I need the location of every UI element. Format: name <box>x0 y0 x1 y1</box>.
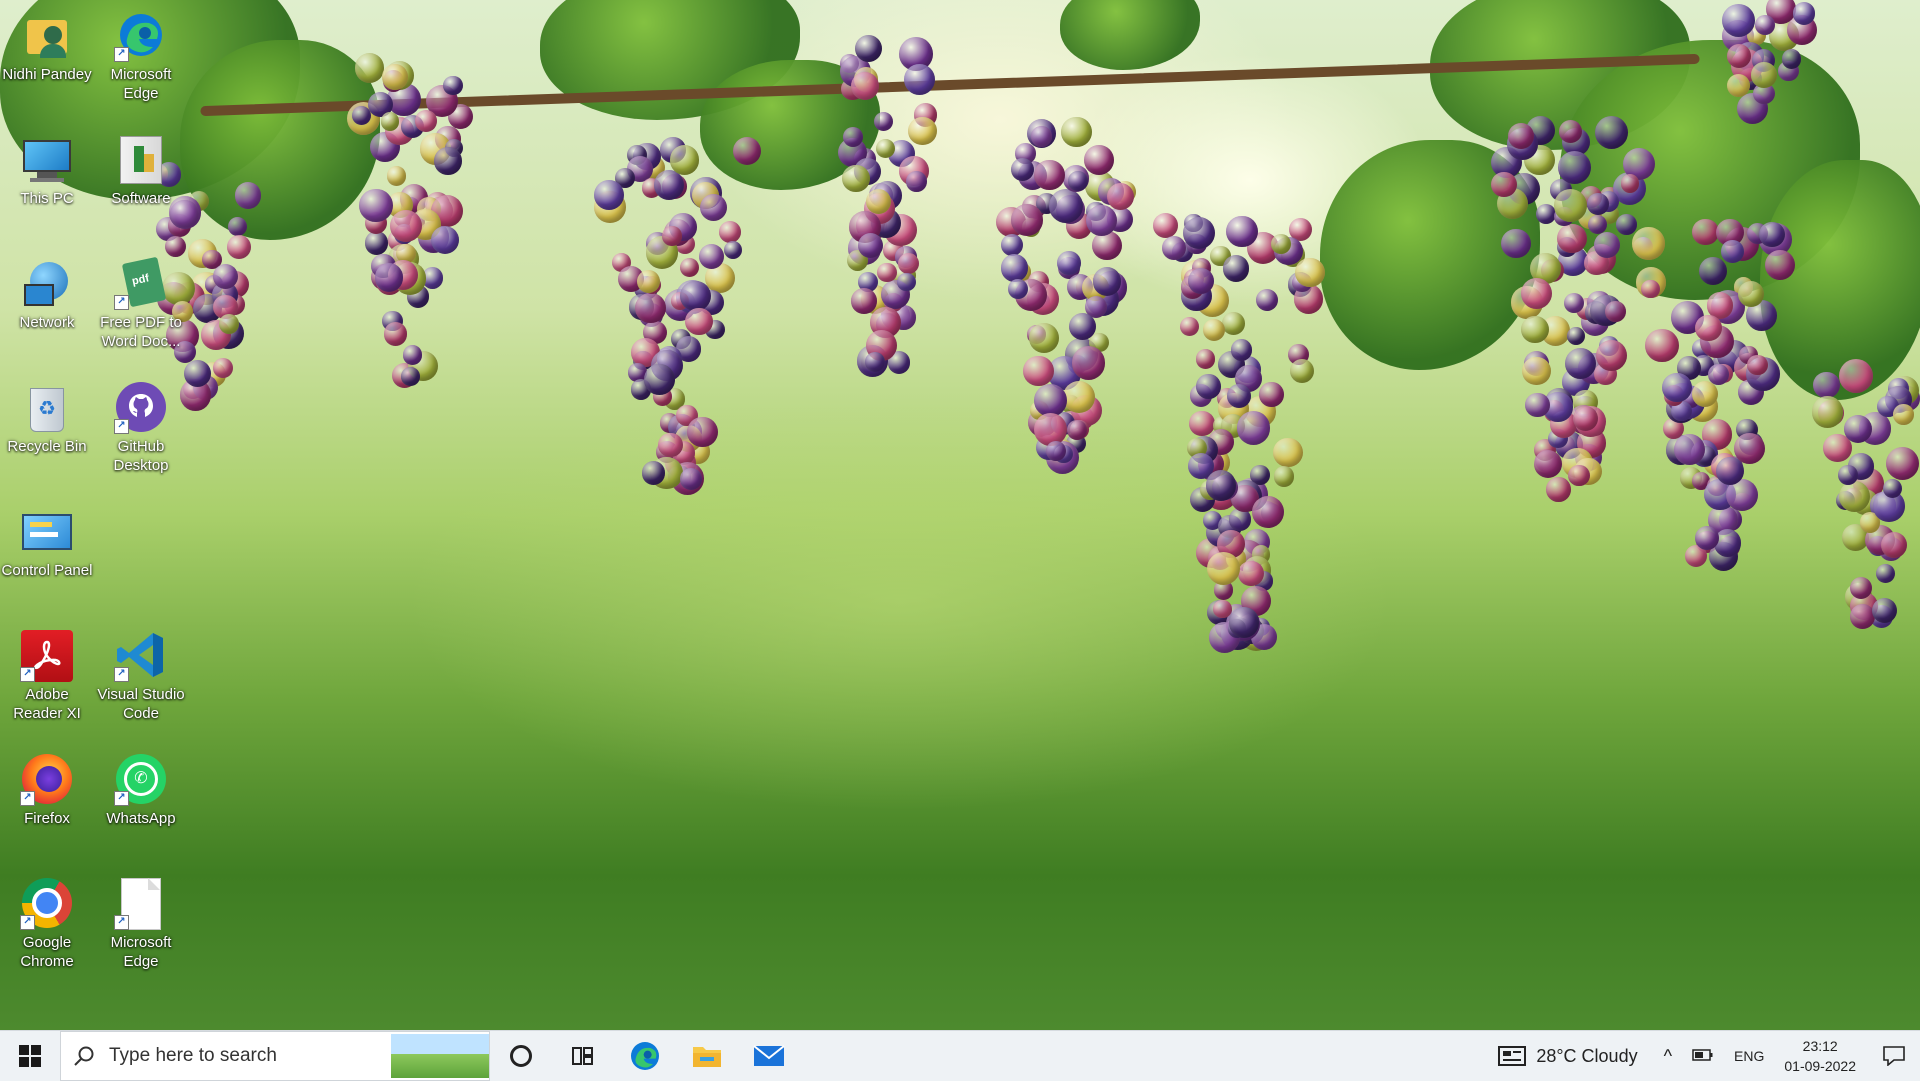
search-icon <box>74 1046 94 1066</box>
show-hidden-icons-button[interactable]: ^ <box>1664 1046 1672 1067</box>
task-view-icon <box>572 1047 593 1065</box>
taskbar-edge-button[interactable] <box>614 1031 676 1081</box>
control-panel-icon <box>20 504 74 558</box>
desktop-icon-control-panel[interactable]: Control Panel <box>0 496 94 606</box>
chevron-up-icon: ^ <box>1663 1045 1673 1066</box>
desktop-icon-label: Control Panel <box>1 562 93 579</box>
clock-time: 23:12 <box>1802 1038 1838 1054</box>
desktop-icon-whatsapp[interactable]: ✆ ↗ WhatsApp <box>94 744 188 854</box>
desktop-icon-adobe-reader[interactable]: ↗ Adobe Reader XI <box>0 620 94 730</box>
chrome-icon: ↗ <box>20 876 74 930</box>
firefox-icon: ↗ <box>20 752 74 806</box>
computer-icon <box>20 132 74 186</box>
desktop-icon-label: Microsoft Edge <box>110 66 172 102</box>
search-highlight-art <box>391 1034 489 1078</box>
desktop-icon-recycle-bin[interactable]: ♻ Recycle Bin <box>0 372 94 482</box>
desktop-icon-label: WhatsApp <box>106 810 176 827</box>
desktop-icon-label: Microsoft Edge <box>110 934 172 970</box>
taskbar: Type here to search 28°C Cloudy ^ ENG 23… <box>0 1030 1920 1081</box>
taskbar-mail-button[interactable] <box>738 1031 800 1081</box>
whatsapp-icon: ✆ ↗ <box>114 752 168 806</box>
desktop-icon-google-chrome[interactable]: ↗ Google Chrome <box>0 868 94 978</box>
cortana-icon <box>510 1045 532 1067</box>
weather-news-icon <box>1498 1046 1527 1066</box>
desktop-icon-label: Network <box>19 314 75 331</box>
desktop-icon-microsoft-edge-file[interactable]: ↗ Microsoft Edge <box>94 868 188 978</box>
taskbar-search-box[interactable]: Type here to search <box>60 1031 490 1081</box>
clock[interactable]: 23:12 01-09-2022 <box>1784 1036 1856 1076</box>
windows-logo-icon <box>19 1045 41 1067</box>
github-icon: ↗ <box>114 380 168 434</box>
edge-icon <box>631 1042 659 1070</box>
adobe-reader-icon: ↗ <box>20 628 74 682</box>
desktop-icon-vscode[interactable]: ↗ Visual Studio Code <box>94 620 188 730</box>
network-icon <box>20 256 74 310</box>
blank-file-icon: ↗ <box>114 876 168 930</box>
action-center-button[interactable] <box>1868 1031 1920 1081</box>
file-explorer-icon <box>693 1047 721 1067</box>
desktop-icon-label: Recycle Bin <box>7 438 87 455</box>
input-language[interactable]: ENG <box>1734 1048 1764 1064</box>
shortcut-arrow-icon: ↗ <box>114 47 129 62</box>
shortcut-arrow-icon: ↗ <box>114 295 129 310</box>
desktop-icon-label: GitHub Desktop <box>113 438 169 474</box>
desktop-icon-label: Adobe Reader XI <box>13 686 81 722</box>
desktop-icon-label: Software <box>111 190 171 207</box>
edge-icon: ↗ <box>114 8 168 62</box>
search-placeholder: Type here to search <box>109 1045 277 1066</box>
recycle-bin-icon: ♻ <box>20 380 74 434</box>
weather-text: 28°C Cloudy <box>1536 1045 1638 1066</box>
taskbar-file-explorer-button[interactable] <box>676 1031 738 1081</box>
system-tray: 28°C Cloudy ^ ENG 23:12 01-09-2022 <box>1498 1031 1920 1081</box>
battery-status[interactable] <box>1692 1048 1714 1065</box>
clock-date: 01-09-2022 <box>1784 1058 1856 1074</box>
shortcut-arrow-icon: ↗ <box>114 915 129 930</box>
start-button[interactable] <box>0 1031 60 1081</box>
desktop-wallpaper[interactable]: Nidhi Pandey ↗ Microsoft Edge This PC So… <box>0 0 1920 1030</box>
notification-icon <box>1883 1046 1905 1066</box>
cortana-button[interactable] <box>490 1031 552 1081</box>
desktop-icon-label: Firefox <box>24 810 70 827</box>
desktop-icon-software[interactable]: Software <box>94 124 188 234</box>
pdf-converter-icon: pdf ↗ <box>114 256 168 310</box>
desktop-icon-label: Google Chrome <box>20 934 74 970</box>
desktop-icon-label: Nidhi Pandey <box>2 66 92 83</box>
shortcut-arrow-icon: ↗ <box>114 419 129 434</box>
mail-icon <box>753 1045 785 1066</box>
software-folder-icon <box>114 132 168 186</box>
shortcut-arrow-icon: ↗ <box>20 791 35 806</box>
desktop-icon-label: This PC <box>20 190 74 207</box>
shortcut-arrow-icon: ↗ <box>20 667 35 682</box>
shortcut-arrow-icon: ↗ <box>114 667 129 682</box>
battery-icon <box>1692 1048 1713 1061</box>
desktop-icon-network[interactable]: Network <box>0 248 94 358</box>
task-view-button[interactable] <box>552 1031 614 1081</box>
desktop-icon-firefox[interactable]: ↗ Firefox <box>0 744 94 854</box>
desktop-icon-label: Free PDF to Word Doc... <box>100 314 182 350</box>
weather-widget[interactable]: 28°C Cloudy <box>1498 1045 1638 1067</box>
shortcut-arrow-icon: ↗ <box>20 915 35 930</box>
desktop-icon-microsoft-edge[interactable]: ↗ Microsoft Edge <box>94 0 188 110</box>
desktop-icon-github-desktop[interactable]: ↗ GitHub Desktop <box>94 372 188 482</box>
desktop-icon-free-pdf-to-word[interactable]: pdf ↗ Free PDF to Word Doc... <box>94 248 188 358</box>
desktop-icon-label: Visual Studio Code <box>97 686 185 722</box>
shortcut-arrow-icon: ↗ <box>114 791 129 806</box>
vscode-icon: ↗ <box>114 628 168 682</box>
user-folder-icon <box>20 8 74 62</box>
desktop-icon-this-pc[interactable]: This PC <box>0 124 94 234</box>
desktop-icon-user-folder[interactable]: Nidhi Pandey <box>0 0 94 110</box>
